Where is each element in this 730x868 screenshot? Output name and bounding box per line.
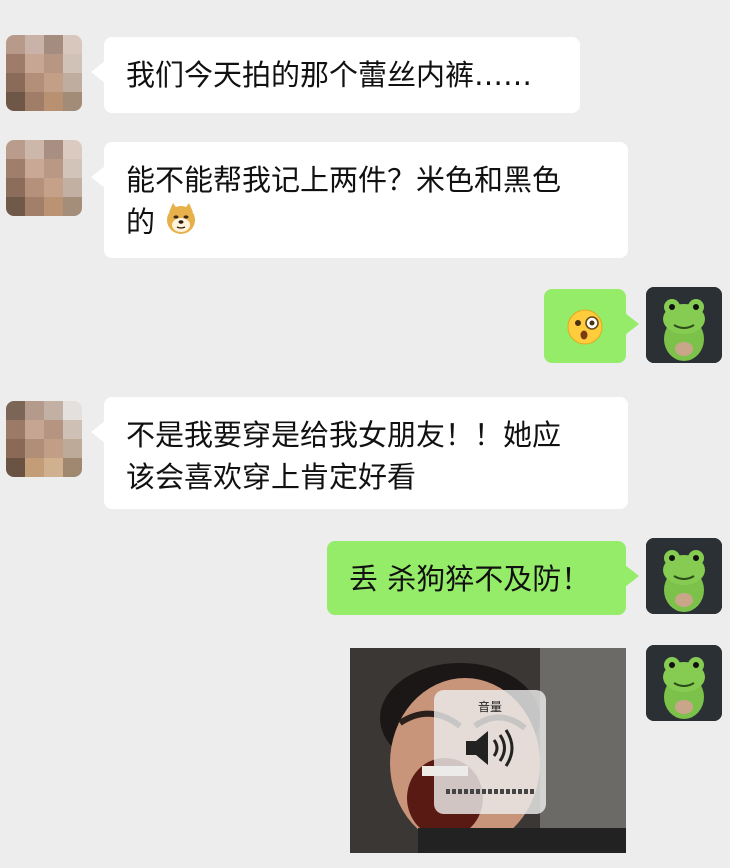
avatar-contact[interactable] bbox=[6, 140, 82, 216]
message-text: 丢 杀狗猝不及防！ bbox=[349, 562, 591, 596]
frog-plush-avatar bbox=[646, 645, 722, 721]
message-text-line-2: 该会喜欢穿上肯定好看 bbox=[126, 460, 417, 494]
avatar-contact[interactable] bbox=[6, 401, 82, 477]
pixelated-avatar bbox=[6, 35, 82, 111]
pixelated-avatar bbox=[6, 140, 82, 216]
message-text-line-1: 不是我要穿是给我女朋友！！她应 bbox=[126, 418, 562, 452]
volume-hud: 音量 bbox=[434, 690, 546, 814]
message-text: 我们今天拍的那个蕾丝内裤…… bbox=[126, 58, 533, 92]
meme-image[interactable]: 音量 bbox=[350, 648, 626, 853]
surprised-monocle-emoji-icon bbox=[566, 308, 604, 357]
message-bubble[interactable]: 能不能帮我记上两件？米色和黑色 的 bbox=[91, 142, 628, 258]
message-bubble[interactable]: 不是我要穿是给我女朋友！！她应 该会喜欢穿上肯定好看 bbox=[91, 397, 628, 509]
volume-level-bar bbox=[446, 789, 534, 794]
message-text-line-2: 的 bbox=[126, 205, 156, 239]
message-bubble-sent[interactable]: 丢 杀狗猝不及防！ bbox=[327, 541, 639, 615]
message-text-line-1: 能不能帮我记上两件？米色和黑色 bbox=[126, 163, 562, 197]
frog-plush-avatar bbox=[646, 287, 722, 363]
avatar-self[interactable] bbox=[646, 538, 722, 614]
message-bubble-sent[interactable] bbox=[544, 289, 639, 363]
frog-plush-avatar bbox=[646, 538, 722, 614]
pixelated-avatar bbox=[6, 401, 82, 477]
speaker-icon bbox=[462, 726, 518, 774]
message-bubble[interactable]: 我们今天拍的那个蕾丝内裤…… bbox=[91, 37, 580, 113]
volume-hud-title: 音量 bbox=[477, 700, 502, 714]
avatar-self[interactable] bbox=[646, 645, 722, 721]
avatar-self[interactable] bbox=[646, 287, 722, 363]
avatar-contact[interactable] bbox=[6, 35, 82, 111]
doge-emoji-icon bbox=[164, 202, 198, 247]
